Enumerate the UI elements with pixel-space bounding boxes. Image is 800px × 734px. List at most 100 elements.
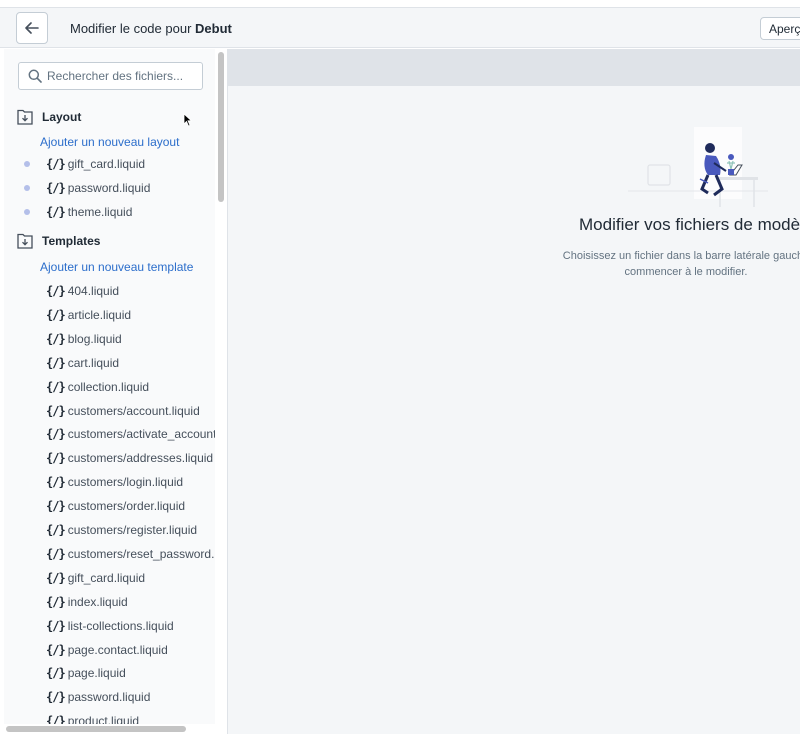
liquid-file-icon: {/} xyxy=(46,499,66,514)
template-file-item[interactable]: {/} article.liquid xyxy=(18,305,131,325)
liquid-file-icon: {/} xyxy=(46,714,66,724)
editor-header: Modifier le code pour Debut Aperçu xyxy=(0,8,800,48)
file-name: customers/register.liquid xyxy=(67,523,198,537)
modified-dot xyxy=(24,185,30,191)
layout-file-item[interactable]: {/} theme.liquid xyxy=(18,202,132,222)
liquid-file-icon: {/} xyxy=(46,451,66,466)
title-prefix: Modifier le code pour xyxy=(70,21,192,36)
file-name: list-collections.liquid xyxy=(67,618,174,633)
liquid-file-icon: {/} xyxy=(46,666,66,681)
file-name: customers/login.liquid xyxy=(67,475,184,490)
editor-main-area: Modifier vos fichiers de modèle Choisiss… xyxy=(228,49,800,734)
liquid-file-icon: {/} xyxy=(46,379,66,394)
template-file-item[interactable]: {/} collection.liquid xyxy=(18,377,149,397)
liquid-file-icon: {/} xyxy=(46,427,66,442)
liquid-file-icon: {/} xyxy=(46,331,66,346)
template-file-item[interactable]: {/} index.liquid xyxy=(18,592,128,612)
empty-desc-line: Choisissez un fichier dans la barre laté… xyxy=(562,250,800,262)
preview-button[interactable]: Aperçu xyxy=(760,17,800,40)
liquid-file-icon: {/} xyxy=(46,284,66,298)
file-name: cart.liquid xyxy=(67,355,120,370)
file-name: product.liquid xyxy=(67,714,140,724)
file-name: customers/addresses.liquid xyxy=(67,451,214,466)
template-file-item[interactable]: {/} list-collections.liquid xyxy=(18,616,174,636)
file-search[interactable] xyxy=(18,62,203,90)
add-template-link[interactable]: Ajouter un nouveau template xyxy=(40,260,193,274)
file-sidebar: Layout Ajouter un nouveau layout {/} gif… xyxy=(0,49,228,734)
file-name: page.liquid xyxy=(67,666,126,681)
liquid-file-icon: {/} xyxy=(46,205,66,219)
file-name: customers/activate_account. xyxy=(67,427,215,442)
search-input[interactable] xyxy=(47,67,197,85)
empty-desc-line: commencer à le modifier. xyxy=(624,266,748,278)
page-title: Modifier le code pour Debut xyxy=(70,21,232,36)
liquid-file-icon: {/} xyxy=(46,403,66,418)
liquid-file-icon: {/} xyxy=(46,355,66,370)
file-name: customers/order.liquid xyxy=(67,499,186,514)
template-file-item[interactable]: {/} product.liquid xyxy=(18,711,139,724)
template-file-item[interactable]: {/} customers/order.liquid xyxy=(18,496,185,516)
liquid-file-icon: {/} xyxy=(46,594,66,609)
folder-label: Templates xyxy=(42,234,101,248)
theme-name: Debut xyxy=(195,21,232,36)
template-file-item[interactable]: {/} customers/register.liquid xyxy=(18,520,197,540)
empty-state-description: Choisissez un fichier dans la barre laté… xyxy=(546,248,800,280)
layout-file-item[interactable]: {/} password.liquid xyxy=(18,178,150,198)
liquid-file-icon: {/} xyxy=(46,618,66,633)
liquid-file-icon: {/} xyxy=(46,181,66,195)
folder-download-icon xyxy=(17,109,33,125)
liquid-file-icon: {/} xyxy=(46,475,66,490)
file-name: gift_card.liquid xyxy=(67,157,146,171)
file-name: collection.liquid xyxy=(67,379,150,394)
arrow-left-icon xyxy=(25,22,39,34)
horizontal-scrollbar[interactable] xyxy=(4,725,218,733)
template-file-item[interactable]: {/} blog.liquid xyxy=(18,329,122,349)
folder-templates[interactable]: Templates xyxy=(17,231,100,251)
file-name: gift_card.liquid xyxy=(67,570,146,585)
scrollbar-thumb[interactable] xyxy=(6,726,186,732)
file-list-panel: Layout Ajouter un nouveau layout {/} gif… xyxy=(4,49,215,724)
liquid-file-icon: {/} xyxy=(46,157,66,171)
empty-state-title: Modifier vos fichiers de modèle xyxy=(579,215,800,234)
file-name: page.contact.liquid xyxy=(67,642,168,657)
tab-bar xyxy=(228,49,800,86)
layout-file-item[interactable]: {/} gift_card.liquid xyxy=(18,154,145,174)
file-name: index.liquid xyxy=(67,594,128,609)
template-file-item[interactable]: {/} customers/reset_password.li xyxy=(18,544,215,564)
modified-dot xyxy=(24,161,30,167)
file-name: customers/reset_password.li xyxy=(67,546,215,561)
template-file-item[interactable]: {/} 404.liquid xyxy=(18,281,119,301)
vertical-scrollbar[interactable] xyxy=(217,49,225,727)
liquid-file-icon: {/} xyxy=(46,523,66,537)
file-name: password.liquid xyxy=(67,181,151,195)
back-button[interactable] xyxy=(16,12,48,44)
file-name: customers/account.liquid xyxy=(67,403,200,418)
top-strip xyxy=(0,0,800,8)
liquid-file-icon: {/} xyxy=(46,307,66,322)
template-file-item[interactable]: {/} customers/activate_account. xyxy=(18,424,215,444)
folder-layout[interactable]: Layout xyxy=(17,107,81,127)
template-file-item[interactable]: {/} customers/login.liquid xyxy=(18,472,183,492)
scrollbar-thumb[interactable] xyxy=(218,52,224,202)
add-layout-link[interactable]: Ajouter un nouveau layout xyxy=(40,135,179,149)
file-name: theme.liquid xyxy=(67,205,133,219)
mouse-cursor-icon xyxy=(183,113,193,127)
liquid-file-icon: {/} xyxy=(46,690,66,705)
template-file-item[interactable]: {/} cart.liquid xyxy=(18,353,119,373)
template-file-item[interactable]: {/} page.contact.liquid xyxy=(18,640,168,660)
folder-download-icon xyxy=(17,233,33,249)
template-file-item[interactable]: {/} gift_card.liquid xyxy=(18,568,145,588)
template-file-item[interactable]: {/} customers/addresses.liquid xyxy=(18,448,213,468)
developer-illustration xyxy=(628,127,768,207)
liquid-file-icon: {/} xyxy=(46,570,66,585)
template-file-item[interactable]: {/} page.liquid xyxy=(18,663,126,683)
search-icon xyxy=(28,69,42,83)
file-name: article.liquid xyxy=(67,307,132,322)
modified-dot xyxy=(24,209,30,215)
template-file-item[interactable]: {/} password.liquid xyxy=(18,687,150,707)
folder-label: Layout xyxy=(42,110,82,124)
file-name: password.liquid xyxy=(67,690,151,705)
file-name: 404.liquid xyxy=(67,284,120,298)
template-file-item[interactable]: {/} customers/account.liquid xyxy=(18,401,200,421)
liquid-file-icon: {/} xyxy=(46,642,66,657)
